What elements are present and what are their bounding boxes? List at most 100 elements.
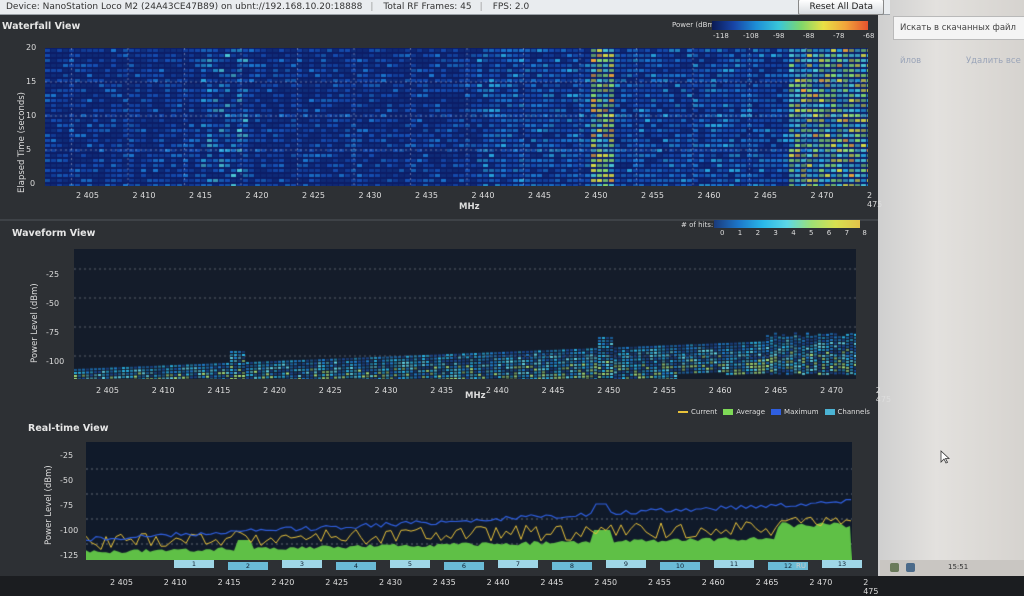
total-frames: Total RF Frames: 45 [383, 2, 472, 12]
realtime-plot [86, 442, 852, 560]
waterfall-x-tick: 2 455 [641, 191, 664, 200]
waterfall-x-tick: 2 450 [584, 191, 608, 200]
waterfall-x-tick: 2 410 [132, 191, 156, 200]
realtime-y-tick: -25 [60, 451, 74, 460]
waterfall-x-tick: 2 430 [358, 191, 382, 200]
waterfall-x-tick: 2 425 [302, 191, 325, 200]
keyboard-language[interactable]: RU [796, 562, 806, 570]
spectrum-analyzer-window: Waterfall View Power (dBm): Elapsed Time… [0, 15, 891, 596]
channel-marker: 10 [660, 562, 700, 570]
waveform-plot [74, 249, 856, 379]
realtime-x-tick: 2 415 [217, 578, 241, 587]
downloads-search-input[interactable]: Искать в скачанных файл [893, 16, 1024, 40]
waveform-x-tick: 2 405 [96, 386, 119, 395]
volume-icon[interactable] [906, 563, 915, 572]
channel-marker: 2 [228, 562, 268, 570]
waterfall-title: Waterfall View [2, 21, 81, 32]
browser-background [878, 0, 1024, 576]
realtime-x-tick: 2 405 [110, 578, 133, 587]
network-icon[interactable] [890, 563, 899, 572]
waveform-x-tick: 2 425 [318, 386, 342, 395]
realtime-x-tick: 2 475 [863, 578, 879, 596]
waterfall-y-axis-label: Elapsed Time (seconds) [17, 92, 27, 193]
legend-label: Current [691, 408, 718, 416]
waveform-x-tick: 2 455 [653, 386, 676, 395]
realtime-legend: Current Average Maximum Channels [672, 408, 870, 418]
channel-marker: 13 [822, 560, 862, 568]
realtime-x-tick: 2 470 [809, 578, 833, 587]
hits-tick: 2 [755, 229, 761, 237]
channel-marker: 8 [552, 562, 592, 570]
power-tick: -68 [863, 32, 875, 40]
waterfall-y-tick: 20 [26, 43, 37, 52]
realtime-x-tick: 2 445 [540, 578, 564, 587]
realtime-y-axis-label: Power Level (dBm) [44, 465, 54, 545]
waterfall-y-tick: 5 [26, 145, 32, 154]
legend-swatch [723, 408, 734, 415]
realtime-x-tick: 2 425 [325, 578, 349, 587]
waveform-x-tick: 2 460 [708, 386, 732, 395]
realtime-x-tick: 2 420 [271, 578, 295, 587]
waterfall-y-tick: 15 [26, 77, 37, 86]
realtime-x-tick: 2 410 [163, 578, 187, 587]
waveform-x-tick: 2 450 [597, 386, 621, 395]
legend-swatch [824, 408, 835, 415]
legend-swatch [771, 408, 782, 415]
waterfall-plot [45, 48, 868, 186]
waterfall-y-tick: 10 [26, 111, 37, 120]
realtime-x-tick: 2 435 [432, 578, 456, 587]
waveform-y-tick: -75 [46, 328, 60, 337]
waveform-x-axis-label: MHz [465, 391, 486, 401]
device-status-bar: Device: NanoStation Loco M2 (24A43CE47B8… [0, 0, 890, 15]
legend-label: Channels [837, 408, 870, 416]
waveform-y-tick: -25 [46, 270, 60, 279]
mouse-cursor-icon [940, 450, 950, 464]
realtime-x-tick: 2 465 [755, 578, 779, 587]
waveform-x-tick: 2 440 [485, 386, 509, 395]
channel-marker: 11 [714, 560, 754, 568]
hits-tick: 1 [737, 229, 743, 237]
channel-marker: 3 [282, 560, 322, 568]
waveform-x-tick: 2 415 [207, 386, 231, 395]
hits-tick: 5 [809, 229, 814, 237]
hits-tick: 6 [826, 229, 832, 237]
device-info: Device: NanoStation Loco M2 (24A43CE47B8… [6, 2, 363, 12]
waveform-heatmap [74, 249, 856, 379]
hits-tick: 8 [862, 229, 867, 237]
fps-readout: FPS: 2.0 [492, 2, 530, 12]
realtime-x-tick: 2 440 [486, 578, 510, 587]
waterfall-x-tick: 2 435 [415, 191, 438, 200]
waveform-x-tick: 2 420 [263, 386, 286, 395]
hits-color-scale [714, 220, 860, 228]
delete-all-link[interactable]: Удалить все [966, 56, 1021, 66]
waveform-x-tick: 2 445 [541, 386, 565, 395]
waterfall-x-tick: 2 470 [810, 191, 834, 200]
waveform-x-tick: 2 435 [430, 386, 454, 395]
realtime-y-tick: -75 [60, 501, 74, 510]
channel-marker: 5 [390, 560, 430, 568]
downloads-files-label: йлов [900, 56, 922, 66]
power-tick: -88 [803, 32, 815, 40]
hits-tick: 7 [844, 229, 850, 237]
realtime-y-tick: -100 [60, 526, 79, 535]
hits-tick: 0 [720, 229, 725, 237]
waveform-x-tick: 2 465 [764, 386, 788, 395]
channel-marker: 7 [498, 560, 538, 568]
power-tick: -98 [773, 32, 785, 40]
waterfall-x-tick: 2 445 [528, 191, 551, 200]
hits-tick: 4 [791, 229, 796, 237]
reset-all-data-button[interactable]: Reset All Data [798, 0, 884, 15]
waterfall-x-tick: 2 475 [867, 191, 883, 209]
waveform-x-tick: 2 410 [151, 386, 175, 395]
waterfall-x-tick: 2 460 [697, 191, 721, 200]
waterfall-x-tick: 2 415 [189, 191, 212, 200]
clock[interactable]: 15:51 [948, 563, 968, 571]
channel-marker: 4 [336, 562, 376, 570]
channel-marker: 9 [606, 560, 646, 568]
legend-swatch [678, 410, 688, 413]
waterfall-y-tick: 0 [30, 179, 36, 188]
realtime-y-tick: -125 [60, 551, 79, 560]
realtime-y-tick: -50 [60, 476, 74, 485]
realtime-x-tick: 2 450 [594, 578, 618, 587]
waveform-y-tick: -50 [46, 299, 60, 308]
